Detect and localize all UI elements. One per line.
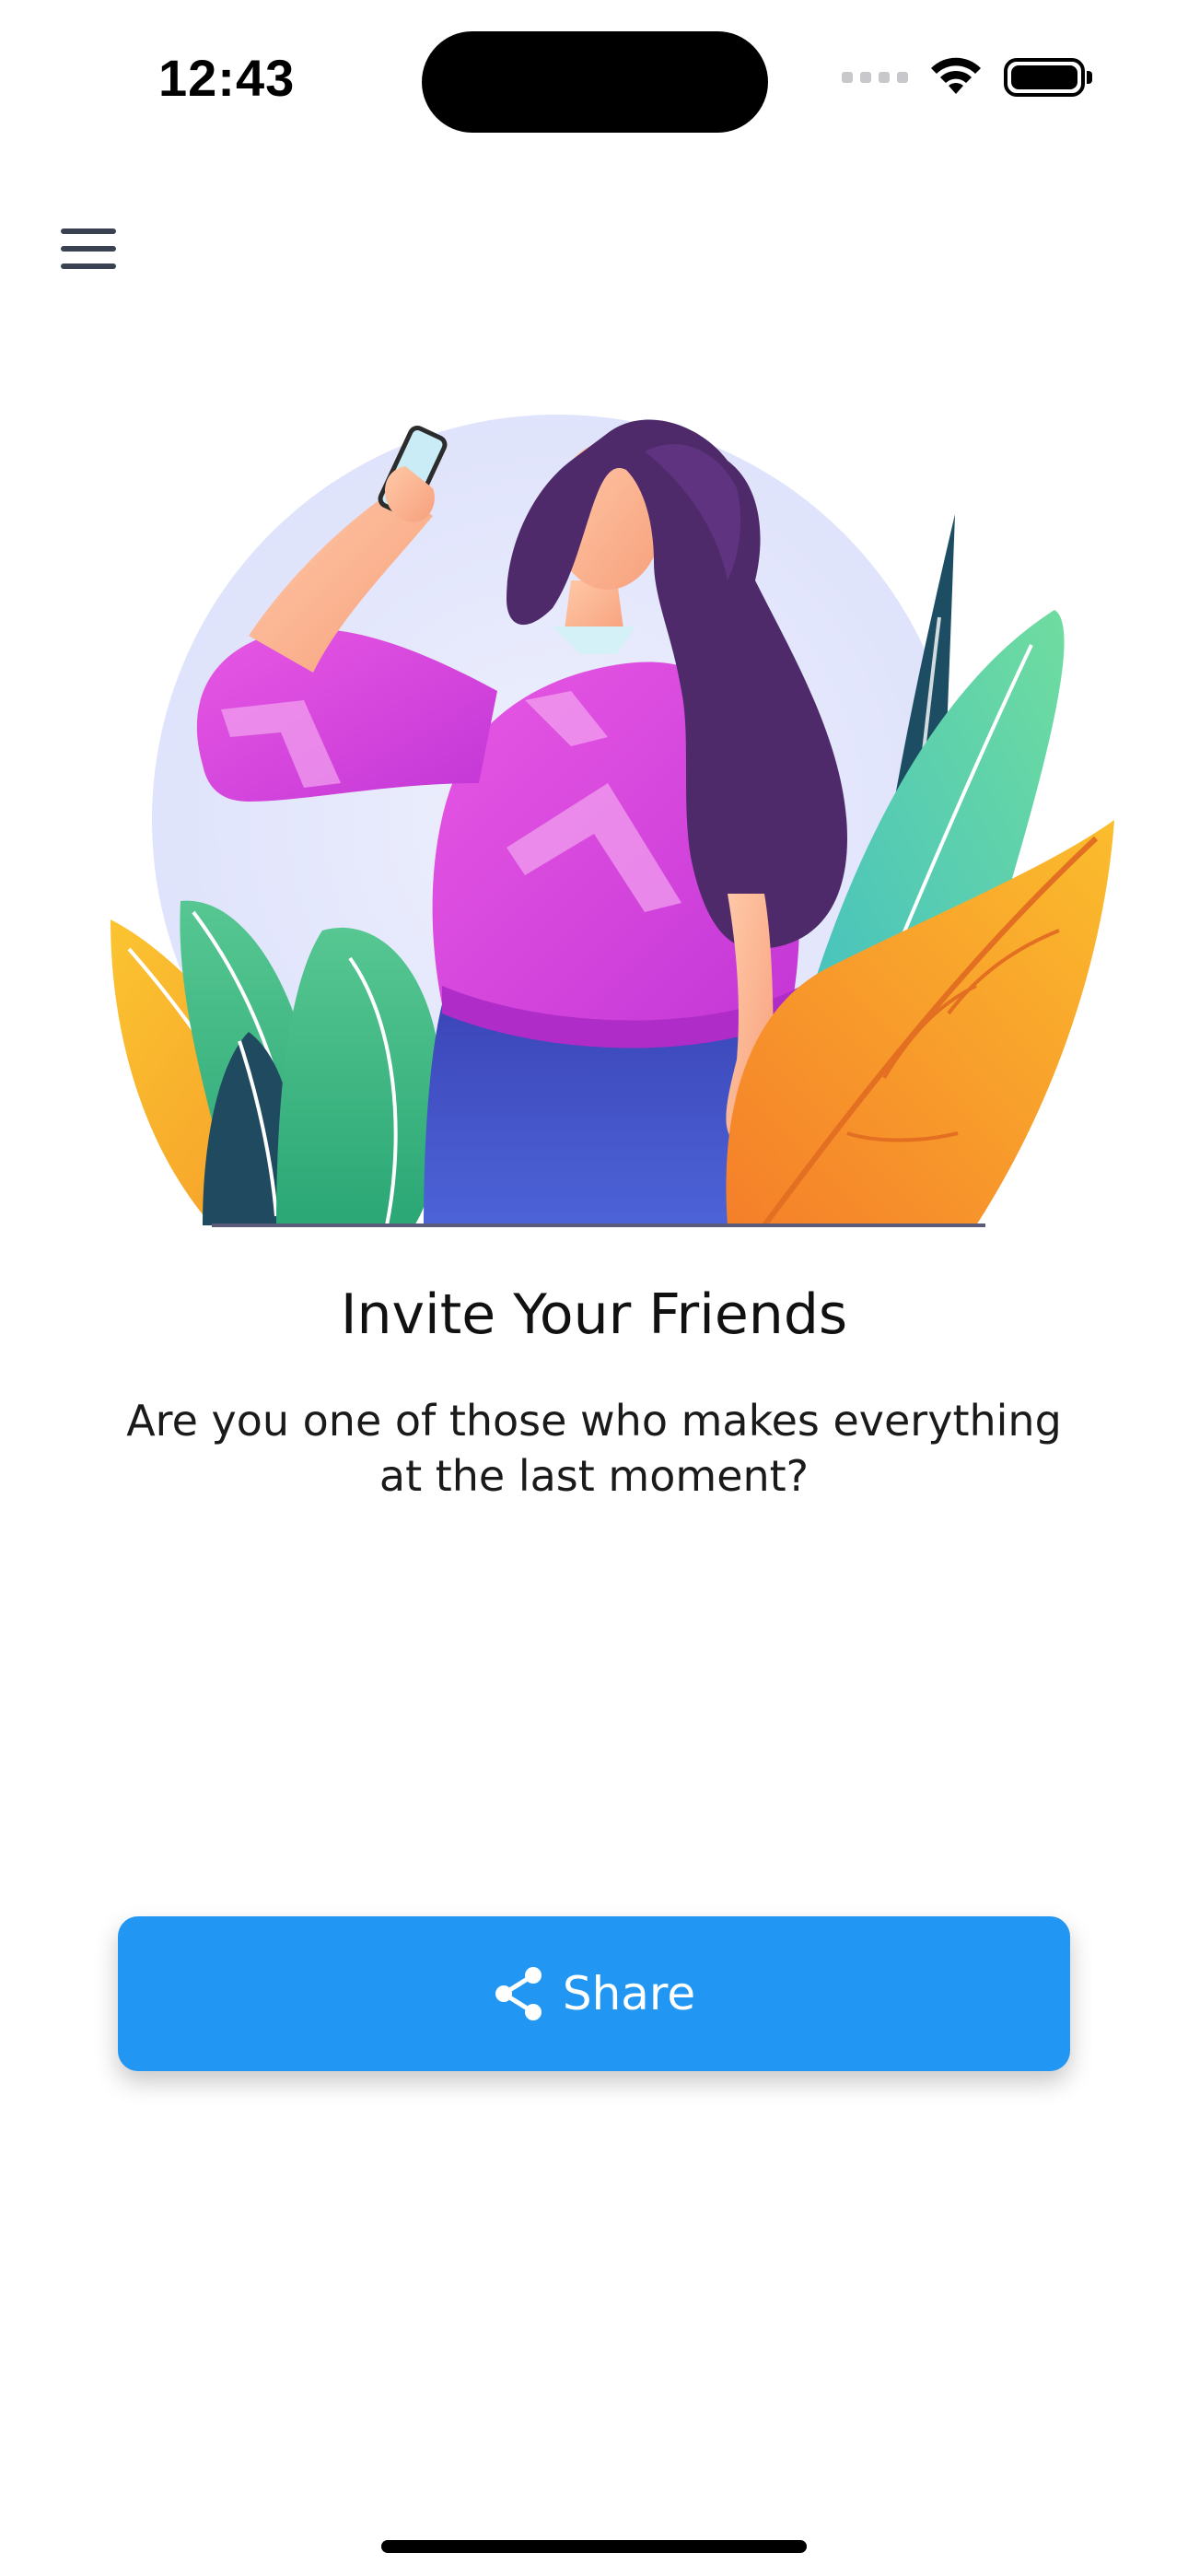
home-indicator[interactable]: [381, 2540, 807, 2553]
status-icons: [842, 57, 1092, 98]
dynamic-island: [422, 31, 768, 133]
share-button-label: Share: [562, 1967, 696, 2020]
invite-friends-screen: 12:43 Invite Your Friends Are you one of…: [0, 0, 1188, 2576]
wifi-icon: [931, 57, 981, 94]
status-time: 12:43: [158, 49, 296, 107]
page-subtitle: Are you one of those who makes everythin…: [126, 1396, 1062, 1501]
hamburger-menu-icon[interactable]: [61, 228, 116, 269]
share-icon: [495, 1967, 542, 2020]
signal-icon: [842, 72, 908, 83]
battery-icon: [1004, 58, 1092, 97]
woman-on-phone-illustration: [111, 415, 1114, 1227]
page-title: Invite Your Friends: [340, 1282, 848, 1347]
share-button[interactable]: Share: [118, 1916, 1070, 2071]
